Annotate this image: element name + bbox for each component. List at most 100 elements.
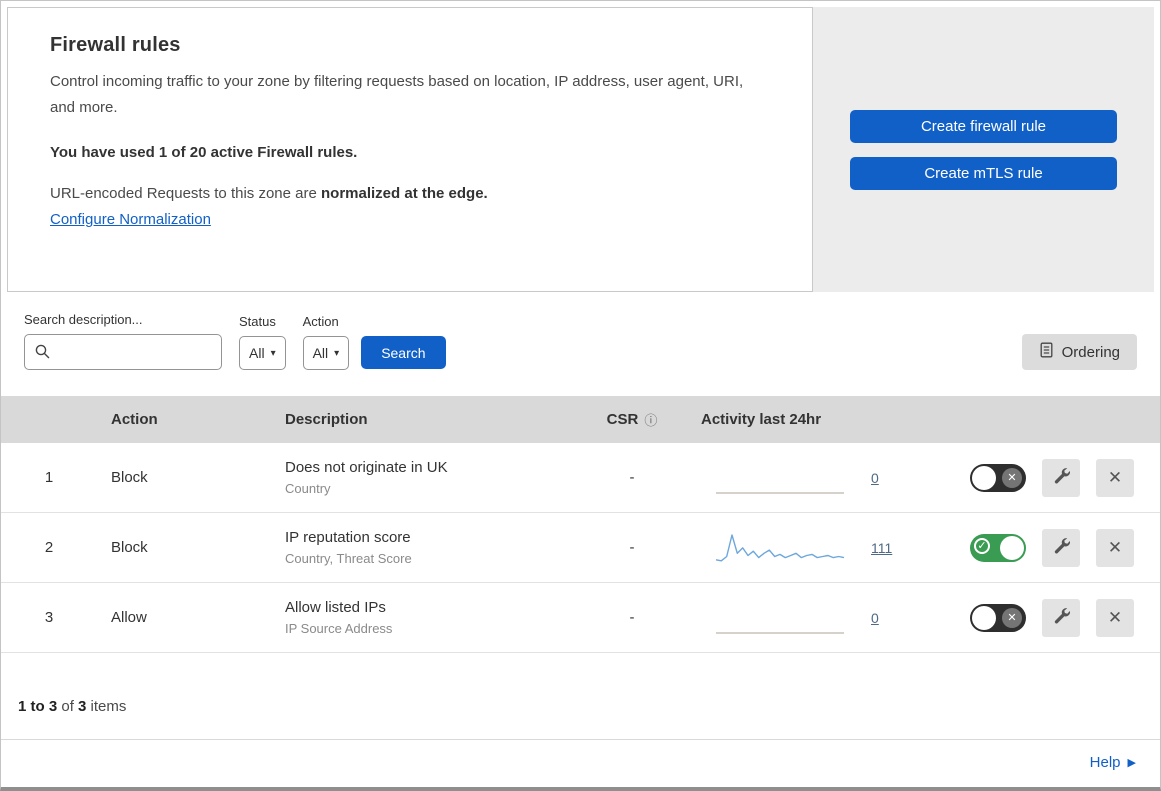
toggle-knob [972,605,996,630]
rule-action: Block [111,539,148,556]
toggle-knob [1000,535,1024,560]
rule-activity: 111 [687,531,927,565]
search-icon [34,343,51,365]
edit-rule-button[interactable] [1042,528,1080,567]
header-action: Action [111,411,158,428]
rule-fields: Country [285,481,331,496]
chevron-right-icon: ▶ [1127,757,1136,769]
edit-rule-button[interactable] [1042,598,1080,637]
wrench-icon [1053,537,1070,559]
configure-normalization-link[interactable]: Configure Normalization [50,211,211,228]
action-dropdown-value: All [312,345,329,361]
rule-action: Allow [111,609,147,626]
rules-table: Action Description CSR ⓘ Activity last 2… [1,396,1160,653]
status-dropdown-value: All [249,345,265,361]
header-activity: Activity last 24hr [701,411,822,428]
header-section: Firewall rules Control incoming traffic … [7,7,1154,292]
firewall-rules-page: Firewall rules Control incoming traffic … [0,0,1161,791]
action-dropdown[interactable]: All ▾ [302,336,350,370]
edit-rule-button[interactable] [1042,458,1080,497]
activity-count-link[interactable]: 111 [871,540,892,556]
help-row: Help ▶ [1,739,1160,785]
page-description: Control incoming traffic to your zone by… [50,73,744,117]
header-description: Description [285,411,368,428]
of-text: of [57,698,79,715]
rule-controls: ✓ ✕ ✕ [927,528,1160,567]
close-icon: ✕ [1107,537,1123,557]
rule-title: Allow listed IPs [285,599,386,616]
search-input-wrap [24,334,222,370]
close-icon: ✕ [1107,467,1123,487]
check-icon: ✓ [974,537,990,554]
activity-sparkline [715,461,845,495]
items-text: items [86,698,127,715]
status-label: Status [239,314,276,329]
help-link[interactable]: Help ▶ [1090,754,1136,771]
rule-description: Does not originate in UK Country [271,459,577,496]
rule-description: Allow listed IPs IP Source Address [271,599,577,636]
wrench-icon [1053,467,1070,489]
wrench-icon [1053,607,1070,629]
toggle-knob [972,465,996,490]
rule-activity: 0 [687,601,927,635]
page-title: Firewall rules [50,34,181,56]
rule-fields: Country, Threat Score [285,551,412,566]
ordering-icon [1039,342,1054,362]
delete-rule-button[interactable]: ✕ [1096,458,1134,497]
table-row: 1 Block Does not originate in UK Country… [1,443,1160,513]
rule-enabled-toggle[interactable]: ✓ ✕ [970,603,1026,632]
pagination-summary: 1 to 3 of 3 items [1,653,1160,739]
rule-fields: IP Source Address [285,621,393,636]
rule-priority: 3 [44,609,54,626]
activity-sparkline [715,531,845,565]
rule-action: Block [111,469,148,486]
header-csr-label: CSR [606,411,639,428]
create-mtls-rule-button[interactable]: Create mTLS rule [850,156,1117,190]
chevron-down-icon: ▾ [334,347,340,359]
filter-bar: Search description... Status All ▾ Action… [1,292,1160,396]
x-icon: ✕ [1002,467,1022,488]
normalization-note: URL-encoded Requests to this zone are no… [50,185,770,202]
header-card: Firewall rules Control incoming traffic … [7,7,813,292]
rule-csr-value: - [629,469,635,486]
activity-count-link[interactable]: 0 [871,610,879,626]
rule-title: Does not originate in UK [285,459,448,476]
close-icon: ✕ [1107,607,1123,627]
normalization-text: URL-encoded Requests to this zone are [50,184,321,202]
header-actions-panel: Create firewall rule Create mTLS rule [813,7,1154,292]
rule-controls: ✓ ✕ ✕ [927,458,1160,497]
items-range: 1 to 3 [18,698,58,715]
search-field-group: Search description... [24,312,222,370]
chevron-down-icon: ▾ [270,347,276,359]
activity-sparkline [715,601,845,635]
info-icon[interactable]: ⓘ [644,410,657,429]
delete-rule-button[interactable]: ✕ [1096,598,1134,637]
rule-csr-value: - [629,609,635,626]
rule-enabled-toggle[interactable]: ✓ ✕ [970,533,1026,562]
status-dropdown[interactable]: All ▾ [239,336,286,370]
usage-summary: You have used 1 of 20 active Firewall ru… [50,143,358,161]
help-label: Help [1089,754,1121,771]
rule-controls: ✓ ✕ ✕ [927,598,1160,637]
rule-priority: 1 [44,469,54,486]
create-firewall-rule-button[interactable]: Create firewall rule [850,109,1117,143]
search-button[interactable]: Search [361,336,446,369]
activity-count-link[interactable]: 0 [871,470,879,486]
rule-enabled-toggle[interactable]: ✓ ✕ [970,463,1026,492]
delete-rule-button[interactable]: ✕ [1096,528,1134,567]
search-input[interactable] [24,334,222,370]
status-filter-group: Status All ▾ [239,314,286,370]
ordering-label: Ordering [1061,343,1120,361]
table-row: 3 Allow Allow listed IPs IP Source Addre… [1,583,1160,653]
header-csr: CSR ⓘ [577,410,687,429]
ordering-button[interactable]: Ordering [1021,334,1137,370]
table-row: 2 Block IP reputation score Country, Thr… [1,513,1160,583]
rule-csr-value: - [629,539,635,556]
rule-description: IP reputation score Country, Threat Scor… [271,529,577,566]
rule-title: IP reputation score [285,529,411,546]
x-icon: ✕ [1002,607,1022,628]
search-label: Search description... [24,312,143,327]
normalization-bold: normalized at the edge. [321,184,488,202]
rule-priority: 2 [44,539,54,556]
table-header-row: Action Description CSR ⓘ Activity last 2… [1,396,1160,443]
